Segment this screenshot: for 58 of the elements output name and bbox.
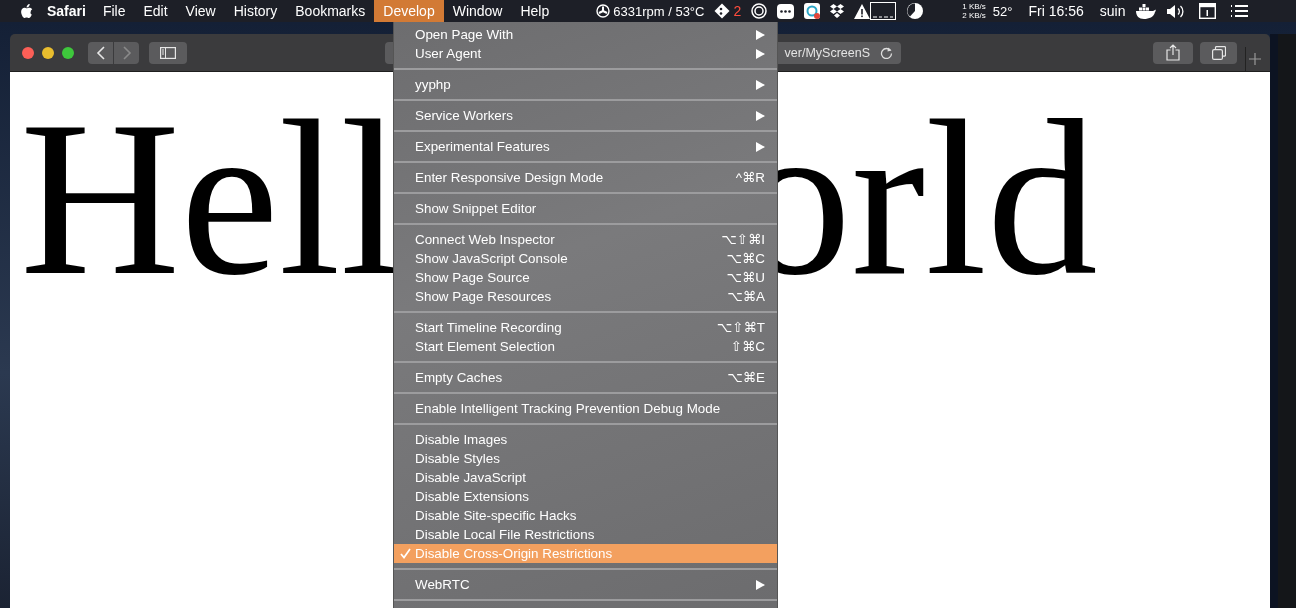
menu-item[interactable]: Window (443, 0, 512, 22)
menu-entry[interactable]: Disable Images (394, 430, 777, 449)
sidebar-icon (160, 46, 176, 59)
app-menu[interactable]: Safari (47, 3, 86, 19)
menu-item[interactable]: View (176, 0, 225, 22)
target-icon[interactable] (751, 3, 768, 19)
forward-button[interactable] (114, 41, 139, 64)
fan-icon[interactable] (596, 4, 611, 18)
back-button[interactable] (88, 41, 113, 64)
volume-icon[interactable] (1167, 3, 1186, 19)
menu-item[interactable]: Edit (134, 0, 177, 22)
menu-entry[interactable]: Disable JavaScript (394, 468, 777, 487)
menu-item[interactable]: File (93, 0, 135, 22)
tabs-button[interactable] (1200, 41, 1237, 64)
menu-item[interactable]: Develop (374, 0, 444, 22)
menu-entry[interactable]: Empty Caches ⌥⌘E (394, 368, 777, 387)
list-icon[interactable] (1230, 4, 1249, 18)
menu-entry[interactable]: Start Timeline Recording ⌥⇧⌘T (394, 318, 777, 337)
monitor-icon[interactable] (870, 2, 897, 20)
user-name[interactable]: suin (1099, 3, 1126, 19)
menu-item[interactable]: Bookmarks (286, 0, 375, 22)
menu-entry[interactable]: Disable Site-specific Hacks (394, 506, 777, 525)
menu-entry[interactable]: WebRTC (394, 575, 777, 594)
minimize-button[interactable] (42, 46, 54, 59)
menu-entry[interactable]: Open Page With (394, 25, 777, 44)
menu-entry[interactable]: Start Element Selection ⇧⌘C (394, 337, 777, 356)
chevron-right-icon (121, 45, 132, 60)
git-count: 2 (733, 3, 742, 19)
ellipsis-icon[interactable] (777, 3, 795, 19)
chevron-left-icon (95, 45, 106, 60)
fan-reading: 6331rpm / 53°C (613, 3, 705, 19)
zoom-button[interactable] (62, 46, 74, 59)
menu-entry[interactable]: Disable Extensions (394, 487, 777, 506)
tabs-icon (1211, 45, 1226, 60)
share-icon (1166, 44, 1180, 61)
dropbox-icon[interactable] (830, 3, 845, 19)
menu-entry[interactable]: Disable Local File Restrictions (394, 525, 777, 544)
upload-rate: 1 KB/s (962, 2, 986, 11)
close-button[interactable] (22, 46, 34, 59)
menu-item[interactable]: Help (511, 0, 559, 22)
menu-entry[interactable]: User Agent (394, 44, 777, 63)
temperature: 52° (992, 3, 1013, 19)
download-rate: 2 KB/s (962, 11, 986, 20)
reload-icon[interactable] (880, 46, 893, 59)
clock[interactable]: Fri 16:56 (1028, 3, 1084, 19)
menu-item[interactable]: History (224, 0, 287, 22)
apple-icon[interactable] (20, 3, 33, 19)
pie-chart-icon[interactable] (906, 2, 925, 20)
menu-entry[interactable]: Disable Styles (394, 449, 777, 468)
menu-entry[interactable]: Enable Intelligent Tracking Prevention Debug Mode (394, 399, 777, 418)
calendar-icon[interactable] (1199, 3, 1217, 19)
warning-icon[interactable] (854, 3, 871, 19)
app-icon[interactable] (804, 3, 821, 19)
git-icon[interactable] (714, 3, 731, 19)
sidebar-button[interactable] (149, 41, 187, 64)
share-button[interactable] (1153, 41, 1193, 64)
plus-icon (1248, 52, 1261, 65)
whale-icon[interactable] (1135, 3, 1158, 19)
